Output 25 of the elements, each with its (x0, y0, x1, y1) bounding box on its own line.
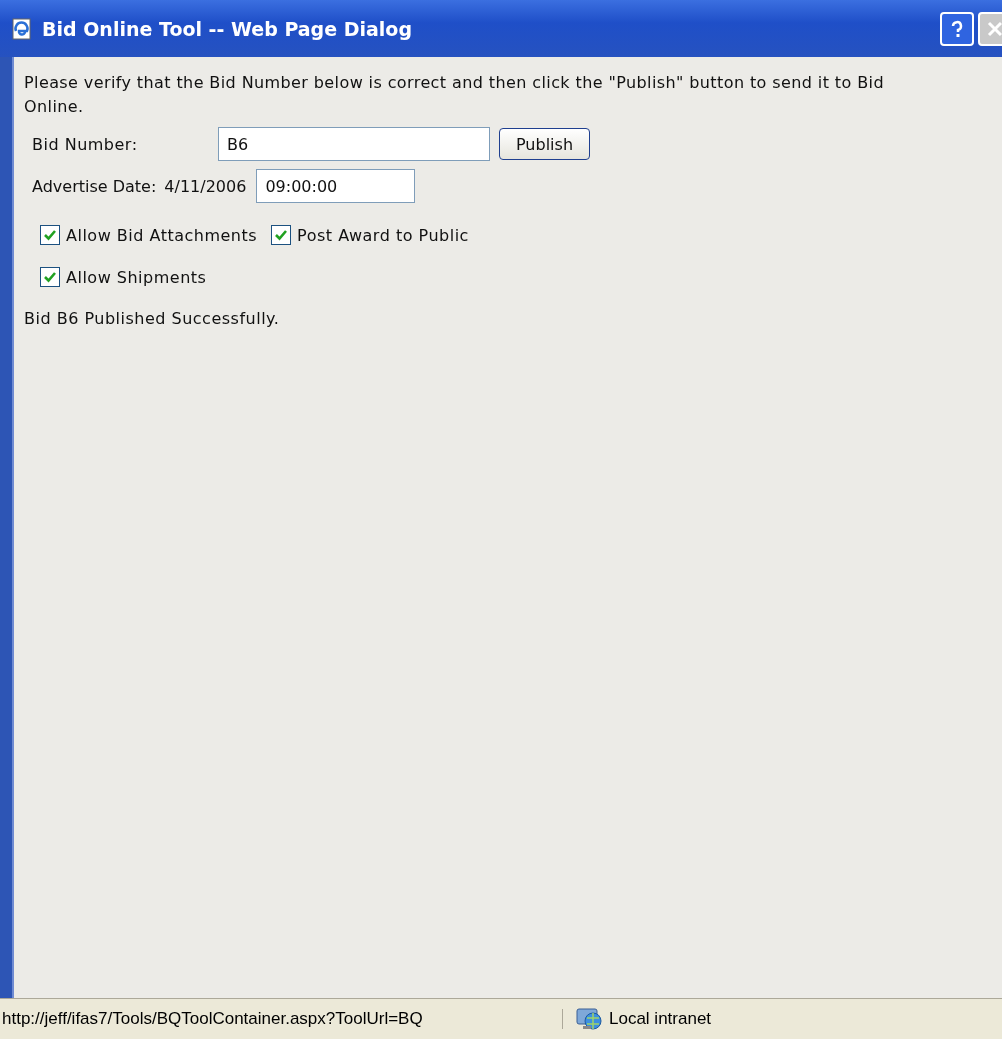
instructions-text: Please verify that the Bid Number below is correct and then click the "Publish" button to send it to Bid Online. (24, 72, 885, 118)
time-field[interactable]: 09:00:00 (256, 169, 416, 203)
bid-number-field[interactable]: B6 (218, 127, 490, 161)
checkmark-icon (43, 228, 57, 242)
field-label: Bid Number: (32, 134, 139, 154)
close-icon (986, 19, 1002, 38)
checkbox-label: Post Award to Public (297, 225, 469, 245)
window-title: Bid Online Tool -- Web Page Dialog (42, 17, 413, 40)
globe-computer-icon (575, 1005, 603, 1033)
checkmark-icon (43, 270, 57, 284)
checkbox[interactable] (40, 267, 60, 287)
checkbox-label: Allow Shipments (66, 267, 207, 287)
url-text: http://jeff/ifas7/Tools/BQToolContainer.aspx?ToolUrl=BQ (0, 1009, 563, 1029)
checkmark-icon (274, 228, 289, 242)
field-label: Advertise Date: (32, 176, 157, 196)
checkbox[interactable] (271, 225, 292, 245)
date-text: 4/11/2006 (164, 176, 247, 196)
checkbox[interactable] (40, 225, 60, 245)
status-message: Bid B6 Published Successfully. (24, 309, 281, 328)
close-button[interactable] (978, 11, 1002, 46)
checkbox-label: Allow Bid Attachments (66, 225, 258, 245)
publish-button[interactable]: Publish (499, 128, 591, 160)
browser-icon (10, 16, 34, 41)
zone-text: Local intranet (609, 1009, 712, 1029)
help-button[interactable] (940, 11, 974, 46)
